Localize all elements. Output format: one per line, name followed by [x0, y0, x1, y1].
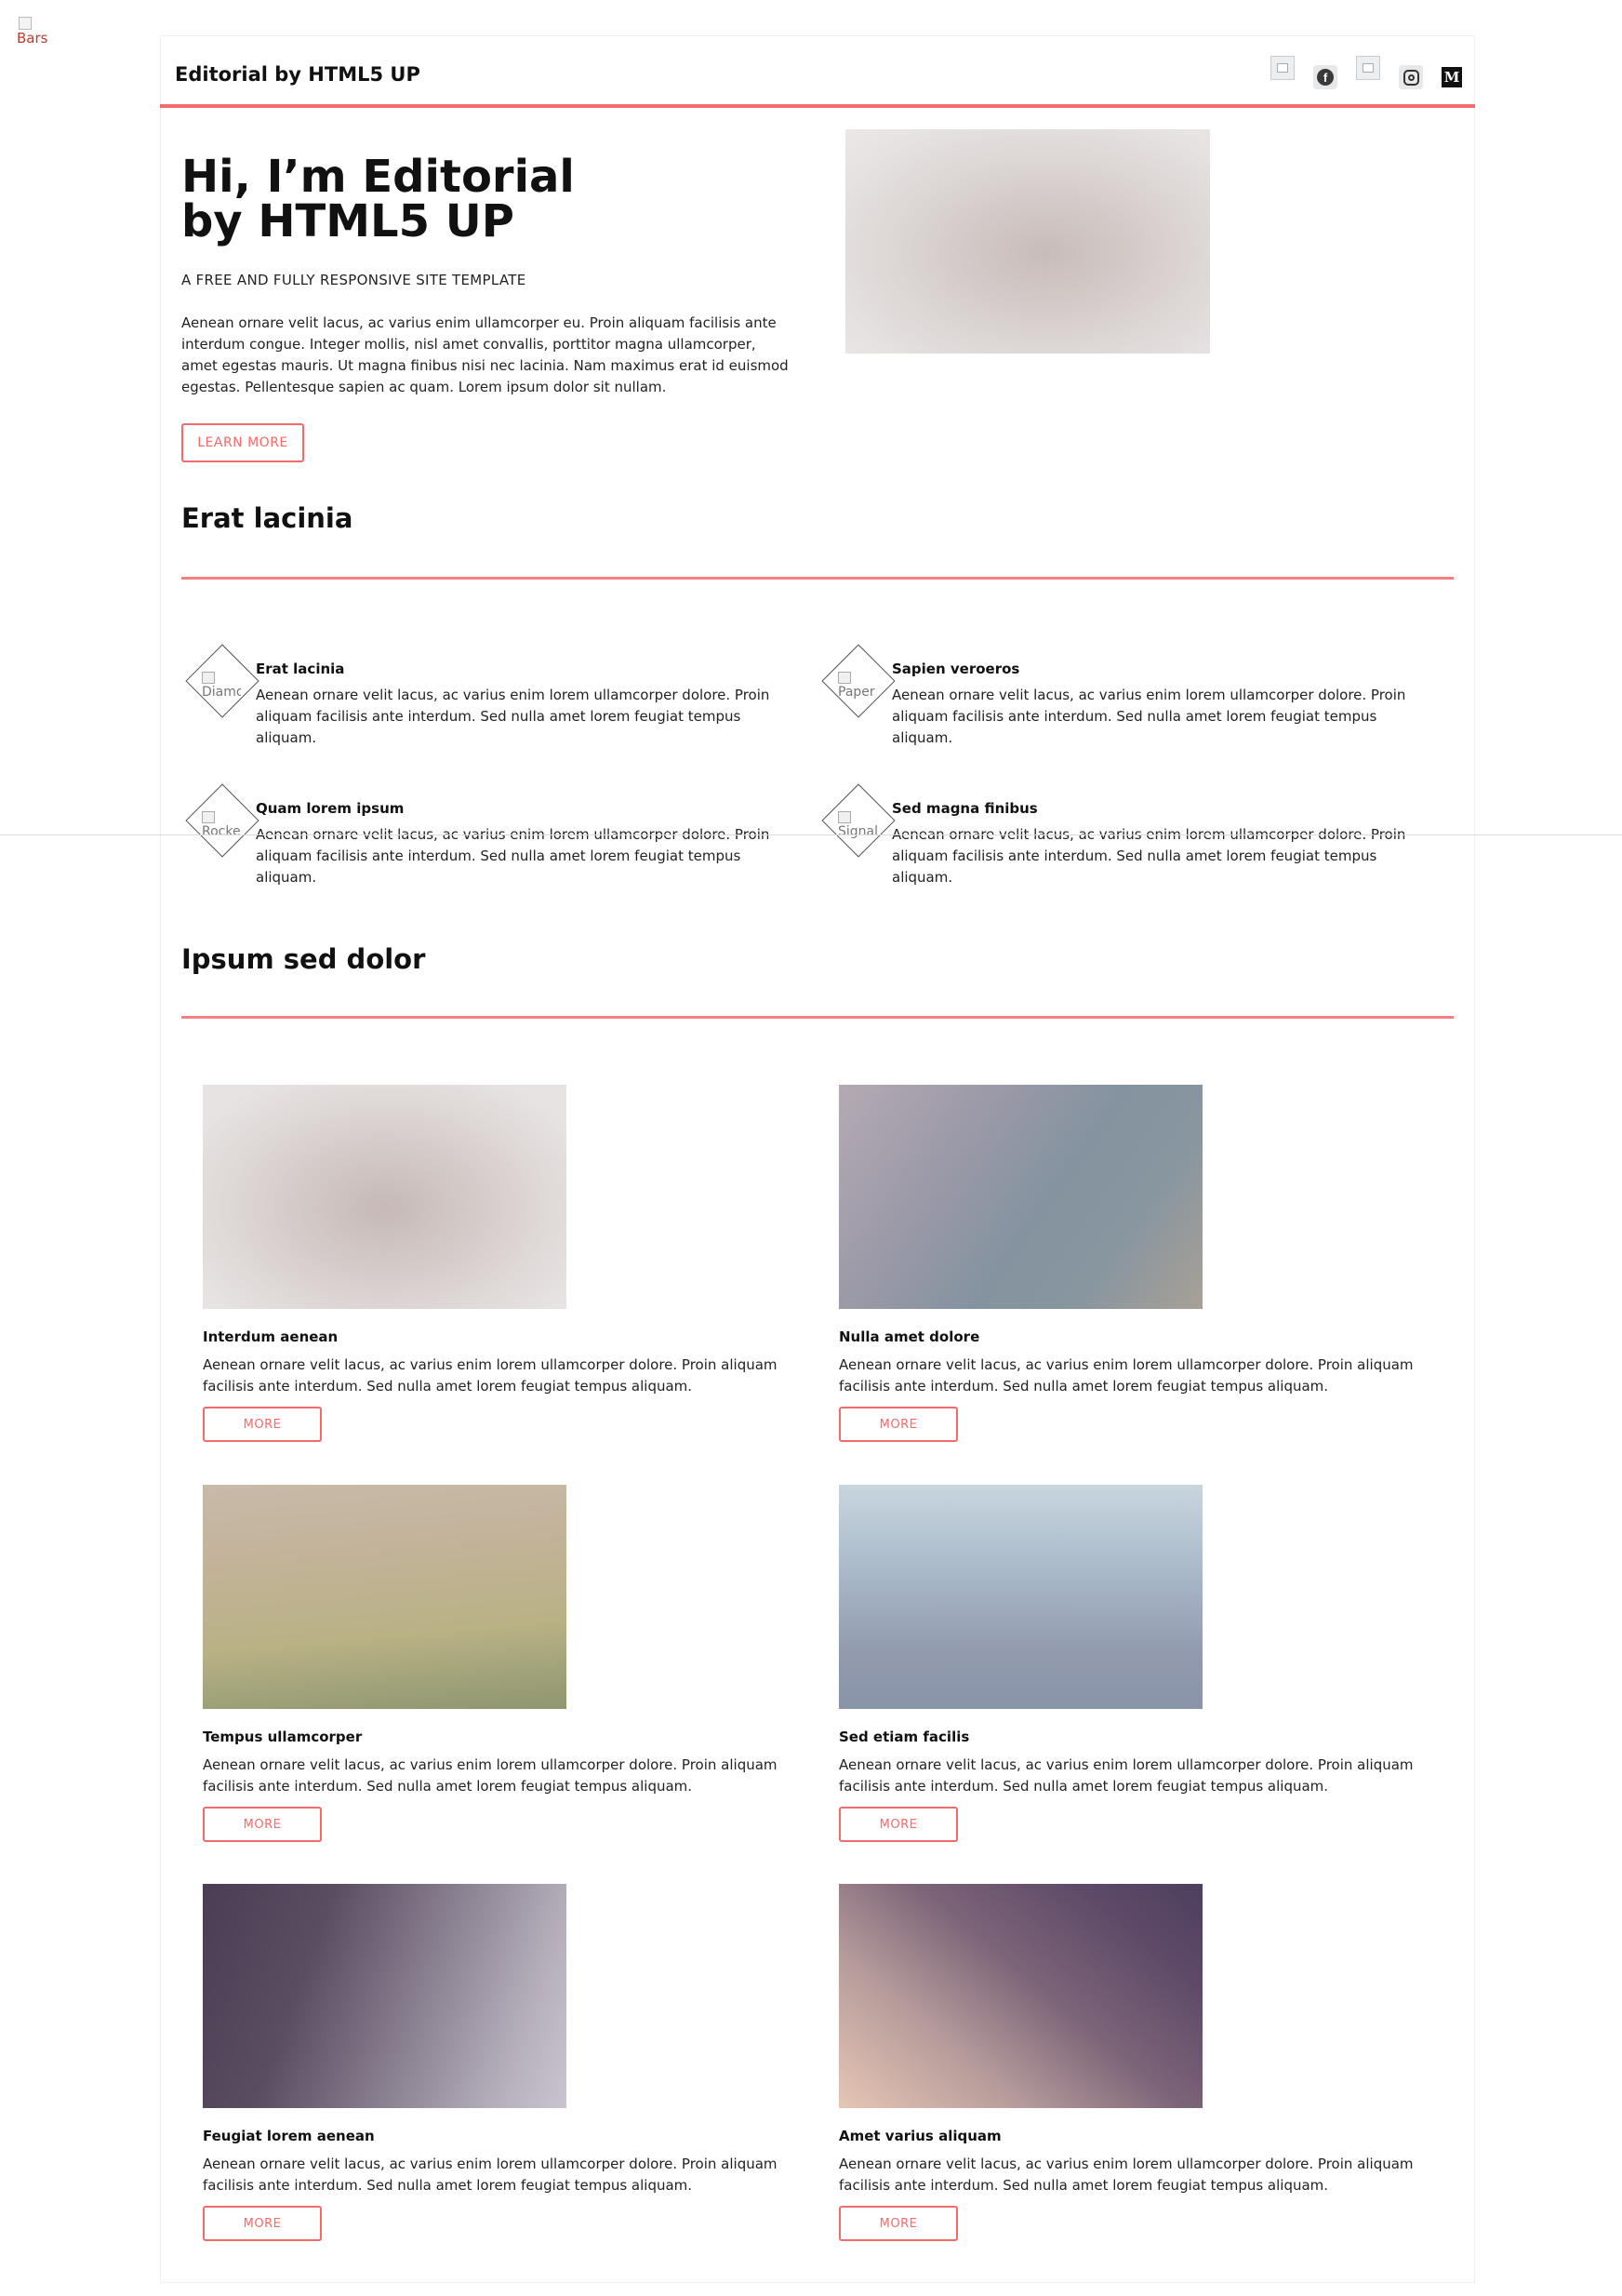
post-image[interactable]	[839, 1884, 1203, 2108]
post-image[interactable]	[839, 1085, 1203, 1309]
more-button[interactable]: MORE	[203, 1407, 322, 1442]
site-header: Editorial by HTML5 UP f M	[160, 35, 1475, 108]
posts-section-title: Ipsum sed dolor	[181, 943, 426, 975]
instagram-icon[interactable]	[1399, 65, 1423, 89]
site-logo[interactable]: Editorial by HTML5 UP	[175, 63, 420, 86]
facebook-icon[interactable]: f	[1313, 65, 1337, 89]
post-text: Aenean ornare velit lacus, ac varius eni…	[839, 2156, 1414, 2194]
section-divider	[181, 1016, 1454, 1019]
feature-title: Erat lacinia	[256, 661, 345, 677]
post-title: Amet varius aliquam	[839, 2128, 1002, 2144]
broken-image-icon[interactable]	[1356, 56, 1380, 80]
bars-icon[interactable]: Bars	[17, 17, 54, 50]
post-title: Tempus ullamcorper	[203, 1729, 363, 1745]
broken-image-icon	[19, 17, 32, 30]
post-image[interactable]	[203, 1884, 566, 2108]
broken-image-icon[interactable]	[1270, 56, 1295, 80]
bars-alt-text: Bars	[17, 30, 48, 47]
banner-text: Aenean ornare velit lacus, ac varius eni…	[181, 314, 789, 395]
feature-title: Quam lorem ipsum	[256, 800, 405, 817]
learn-more-button[interactable]: LEARN MORE	[181, 423, 304, 462]
feature-title: Sed magna finibus	[892, 800, 1038, 817]
post-text: Aenean ornare velit lacus, ac varius eni…	[203, 1356, 778, 1395]
post-text: Aenean ornare velit lacus, ac varius eni…	[203, 1756, 778, 1795]
social-icons: f M	[1270, 56, 1462, 89]
banner-title: Hi, I’m Editorial by HTML5 UP	[181, 154, 832, 244]
feature-text: Aenean ornare velit lacus, ac varius eni…	[256, 687, 770, 746]
diamond-icon-alt: Diamond	[202, 672, 241, 700]
more-button[interactable]: MORE	[203, 1807, 322, 1842]
post-image[interactable]	[839, 1485, 1203, 1709]
banner-subtitle: A FREE AND FULLY RESPONSIVE SITE TEMPLAT…	[181, 272, 526, 288]
post-title: Nulla amet dolore	[839, 1328, 980, 1345]
banner-title-line1: Hi, I’m Editorial	[181, 151, 575, 203]
more-button[interactable]: MORE	[203, 2206, 322, 2241]
post-title: Feugiat lorem aenean	[203, 2128, 375, 2144]
banner-image	[845, 129, 1210, 354]
section-divider	[181, 577, 1454, 580]
feature-text: Aenean ornare velit lacus, ac varius eni…	[892, 687, 1406, 746]
post-text: Aenean ornare velit lacus, ac varius eni…	[839, 1356, 1414, 1395]
horizontal-divider	[0, 834, 1622, 835]
post-title: Sed etiam facilis	[839, 1729, 970, 1745]
features-section-title: Erat lacinia	[181, 502, 353, 534]
more-button[interactable]: MORE	[839, 1407, 958, 1442]
banner-title-line2: by HTML5 UP	[181, 195, 514, 247]
post-image[interactable]	[203, 1485, 566, 1709]
post-image[interactable]	[203, 1085, 566, 1309]
post-title: Interdum aenean	[203, 1328, 339, 1345]
more-button[interactable]: MORE	[839, 2206, 958, 2241]
more-button[interactable]: MORE	[839, 1807, 958, 1842]
medium-icon[interactable]: M	[1442, 67, 1462, 87]
post-text: Aenean ornare velit lacus, ac varius eni…	[839, 1756, 1414, 1795]
feature-title: Sapien veroeros	[892, 661, 1020, 677]
paper-icon-alt: Paper	[838, 672, 877, 700]
post-text: Aenean ornare velit lacus, ac varius eni…	[203, 2156, 778, 2194]
